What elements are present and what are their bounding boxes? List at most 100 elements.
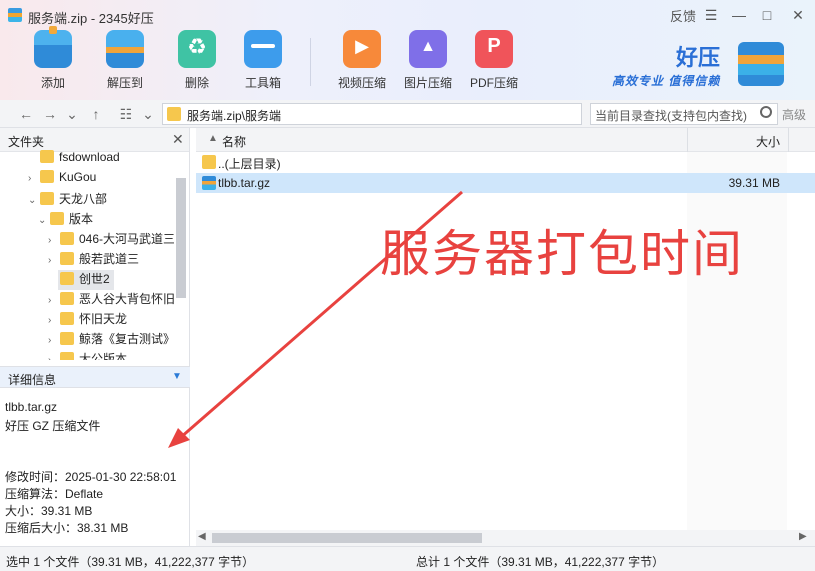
scroll-left-icon[interactable]: ◀ <box>198 531 206 542</box>
add-label: 添加 <box>40 76 65 90</box>
tree-label: 怀旧天龙 <box>79 312 128 326</box>
tree-collapse-icon[interactable]: ⌄ <box>28 195 40 206</box>
pdf-compress-label: PDF压缩 <box>469 76 518 90</box>
view-dropdown-icon[interactable]: ⌄ <box>138 104 158 124</box>
hscrollbar-thumb[interactable] <box>212 533 482 543</box>
feedback-link[interactable]: 反馈 <box>670 6 696 25</box>
image-compress-label: 图片压缩 <box>403 76 452 90</box>
tree-label: 天龙八部 <box>59 192 108 206</box>
search-input[interactable]: 当前目录查找(支持包内查找) <box>590 103 778 125</box>
maximize-icon[interactable]: □ <box>756 5 778 25</box>
tree-expand-icon[interactable]: › <box>48 355 60 360</box>
tree-item-version[interactable]: ⌄ 版本 <box>38 210 93 230</box>
window-title: 服务端.zip - 2345好压 <box>28 11 154 26</box>
tree-expand-icon[interactable]: › <box>48 255 60 266</box>
toolbox-button[interactable]: 工具箱 <box>230 30 296 94</box>
minimize-icon[interactable]: — <box>728 5 750 25</box>
status-total: 总计 1 个文件（39.31 MB，41,222,377 字节） <box>416 555 665 569</box>
status-bar: 选中 1 个文件（39.31 MB，41,222,377 字节） 总计 1 个文… <box>0 546 815 571</box>
detail-packed-size: 压缩后大小：38.31 MB <box>5 521 129 535</box>
details-header[interactable]: 详细信息 ▼ <box>0 366 190 388</box>
tree-item-chuangshi[interactable]: 创世2 <box>58 270 114 290</box>
search-icon[interactable] <box>760 106 772 118</box>
file-size: 39.31 MB <box>728 176 780 190</box>
tree-expand-icon[interactable]: › <box>48 295 60 306</box>
column-name[interactable]: 名称 <box>222 133 246 150</box>
file-list-panel: ▲ 名称 大小 ..(上层目录) tlbb.tar.gz 39.31 MB ◀ … <box>196 128 815 546</box>
tree-item-huaijiu[interactable]: › 怀旧天龙 <box>48 310 127 330</box>
tree-label: 046-大河马武道三 <box>79 232 174 246</box>
extract-button[interactable]: 解压到 <box>92 30 158 94</box>
tree-label: 恶人谷大背包怀旧 <box>79 292 174 306</box>
history-dropdown-icon[interactable]: ⌄ <box>62 104 82 124</box>
tree-item-kugou[interactable]: › KuGou <box>28 170 96 190</box>
close-icon[interactable]: ✕ <box>787 5 809 25</box>
tree-item-erengu[interactable]: › 恶人谷大背包怀旧 <box>48 290 174 310</box>
folder-icon <box>50 212 64 225</box>
video-compress-icon <box>343 30 381 68</box>
folder-icon <box>60 352 74 360</box>
column-size[interactable]: 大小 <box>756 133 780 150</box>
tree-label: 般若武道三 <box>79 252 140 266</box>
tree-expand-icon[interactable]: › <box>48 235 60 246</box>
delete-button[interactable]: 删除 <box>164 30 230 94</box>
column-divider[interactable] <box>687 128 688 152</box>
tree-expand-icon[interactable]: › <box>48 315 60 326</box>
detail-size: 大小：39.31 MB <box>5 504 93 518</box>
archive-file-icon <box>202 176 216 190</box>
file-list-hscrollbar[interactable]: ◀ ▶ <box>196 530 815 546</box>
advanced-search-link[interactable]: 高级 <box>782 106 806 123</box>
tree-scrollbar-thumb[interactable] <box>176 178 186 298</box>
menu-icon[interactable]: ☰ <box>700 5 722 25</box>
details-title: 详细信息 <box>8 373 57 387</box>
file-row-tlbb[interactable]: tlbb.tar.gz 39.31 MB <box>196 173 815 193</box>
folder-icon <box>40 192 54 205</box>
recycle-icon <box>178 30 216 68</box>
scroll-right-icon[interactable]: ▶ <box>799 531 807 542</box>
back-icon[interactable]: ← <box>16 104 36 124</box>
tree-label: fsdownload <box>59 150 120 164</box>
detail-filename: tlbb.tar.gz <box>5 400 58 414</box>
folder-icon <box>60 292 74 305</box>
tree-label: KuGou <box>59 170 97 184</box>
tree-scrollbar[interactable] <box>174 154 188 360</box>
path-text: 服务端.zip\服务端 <box>187 109 282 123</box>
tree-collapse-icon[interactable]: ⌄ <box>38 215 50 226</box>
view-mode-icon[interactable]: ☷ <box>116 104 136 124</box>
tree-item-046[interactable]: › 046-大河马武道三 <box>48 230 174 250</box>
file-list-header: ▲ 名称 大小 <box>196 128 815 152</box>
brand-logo-icon <box>738 42 784 86</box>
tree-item-banruo[interactable]: › 般若武道三 <box>48 250 139 270</box>
address-row: ← → ⌄ ↑ ☷ ⌄ 服务端.zip\服务端 当前目录查找(支持包内查找) 高… <box>0 100 815 128</box>
size-column-area <box>687 152 787 530</box>
forward-icon[interactable]: → <box>40 104 60 124</box>
folder-icon <box>60 272 74 285</box>
folder-panel: 文件夹 ✕ fsdownload › KuGou ⌄ 天龙八部 ⌄ 版本 › 046-大… <box>0 128 190 546</box>
up-icon[interactable]: ↑ <box>86 104 106 124</box>
tree-item-dagong[interactable]: › 大公版本 <box>48 350 127 360</box>
file-row-parent[interactable]: ..(上层目录) <box>196 152 815 172</box>
add-button[interactable]: 添加 <box>20 26 86 94</box>
tree-item-jingluo[interactable]: › 鲸落《复古测试》 <box>48 330 174 350</box>
folder-icon <box>60 232 74 245</box>
toolbar-separator <box>310 38 311 86</box>
column-divider[interactable] <box>788 128 789 152</box>
tree-expand-icon[interactable]: › <box>48 335 60 346</box>
toolbox-label: 工具箱 <box>244 76 281 90</box>
pdf-compress-icon <box>475 30 513 68</box>
pdf-compress-button[interactable]: PDF压缩 <box>461 30 527 94</box>
close-panel-icon[interactable]: ✕ <box>172 131 184 148</box>
sort-ascending-icon: ▲ <box>208 133 218 144</box>
image-compress-button[interactable]: 图片压缩 <box>395 30 461 94</box>
annotation-text: 服务器打包时间 <box>380 225 744 283</box>
video-compress-button[interactable]: 视频压缩 <box>329 30 395 94</box>
path-field[interactable]: 服务端.zip\服务端 <box>162 103 582 125</box>
tree-label: 鲸落《复古测试》 <box>79 332 174 346</box>
tree-item-fsdownload[interactable]: fsdownload <box>28 150 120 170</box>
tree-expand-icon[interactable]: › <box>28 173 40 184</box>
details-collapse-icon[interactable]: ▼ <box>172 371 182 382</box>
extract-icon <box>106 30 144 68</box>
folder-icon <box>60 332 74 345</box>
tree-item-tianlong[interactable]: ⌄ 天龙八部 <box>28 190 107 210</box>
file-name: ..(上层目录) <box>218 157 281 171</box>
